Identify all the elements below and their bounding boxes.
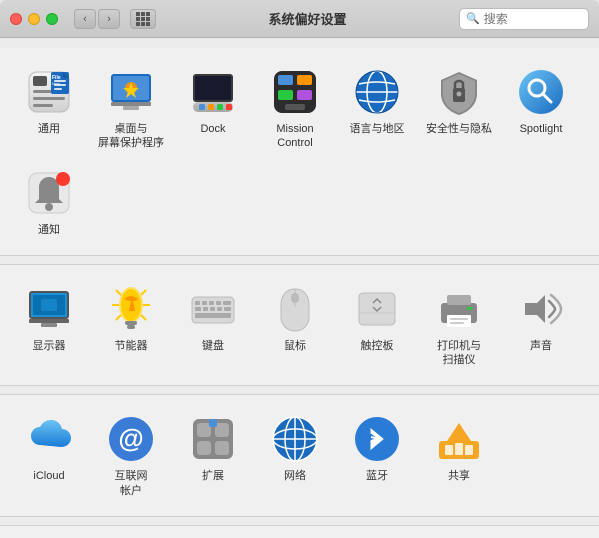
svg-text:New: New bbox=[52, 81, 60, 86]
forward-button[interactable]: › bbox=[98, 9, 120, 29]
nav-buttons: ‹ › bbox=[74, 9, 120, 29]
pref-item-sound[interactable]: 声音 bbox=[502, 277, 580, 359]
pref-item-security[interactable]: 安全性与隐私 bbox=[420, 60, 498, 142]
icloud-icon bbox=[23, 413, 75, 465]
security-label: 安全性与隐私 bbox=[426, 122, 492, 136]
trackpad-icon bbox=[351, 283, 403, 335]
pref-item-energy[interactable]: 节能器 bbox=[92, 277, 170, 359]
pref-item-desktop[interactable]: 桌面与屏幕保护程序 bbox=[92, 60, 170, 157]
grid-icon bbox=[136, 12, 150, 26]
mouse-icon bbox=[269, 283, 321, 335]
notification-label: 通知 bbox=[38, 223, 60, 237]
notification-icon bbox=[23, 167, 75, 219]
internet-icon: @ bbox=[105, 413, 157, 465]
sound-label: 声音 bbox=[530, 339, 552, 353]
window: ‹ › 系统偏好设置 🔍 bbox=[0, 0, 599, 538]
pref-item-notification[interactable]: 通知 bbox=[10, 161, 88, 243]
security-icon bbox=[433, 66, 485, 118]
keyboard-icon bbox=[187, 283, 239, 335]
pref-item-printer[interactable]: 打印机与扫描仪 bbox=[420, 277, 498, 374]
pref-item-dock[interactable]: Dock bbox=[174, 60, 252, 142]
mission-icon bbox=[269, 66, 321, 118]
traffic-lights bbox=[10, 13, 58, 25]
search-bar[interactable]: 🔍 bbox=[459, 8, 589, 30]
general-label: 通用 bbox=[38, 122, 60, 136]
network-label: 网络 bbox=[284, 469, 306, 483]
pref-item-keyboard[interactable]: 键盘 bbox=[174, 277, 252, 359]
section3-grid: iCloud @ 互联网帐户 bbox=[10, 407, 589, 504]
pref-item-language[interactable]: 语言与地区 bbox=[338, 60, 416, 142]
pref-item-trackpad[interactable]: 触控板 bbox=[338, 277, 416, 359]
bluetooth-label: 蓝牙 bbox=[366, 469, 388, 483]
mouse-label: 鼠标 bbox=[284, 339, 306, 353]
back-button[interactable]: ‹ bbox=[74, 9, 96, 29]
sound-icon bbox=[515, 283, 567, 335]
spotlight-label: Spotlight bbox=[520, 122, 563, 136]
pref-item-display[interactable]: 显示器 bbox=[10, 277, 88, 359]
desktop-label: 桌面与屏幕保护程序 bbox=[98, 122, 164, 151]
internet-label: 互联网帐户 bbox=[115, 469, 148, 498]
extensions-icon bbox=[187, 413, 239, 465]
pref-item-bluetooth[interactable]: 蓝牙 bbox=[338, 407, 416, 489]
sharing-icon bbox=[433, 413, 485, 465]
desktop-icon bbox=[105, 66, 157, 118]
window-title: 系统偏好设置 bbox=[164, 9, 451, 28]
general-icon: File New bbox=[23, 66, 75, 118]
search-icon: 🔍 bbox=[466, 12, 480, 25]
close-button[interactable] bbox=[10, 13, 22, 25]
sharing-label: 共享 bbox=[448, 469, 470, 483]
pref-item-extensions[interactable]: 扩展 bbox=[174, 407, 252, 489]
section-system: 用户与群组 ➜ 家长控制 bbox=[0, 525, 599, 538]
language-icon bbox=[351, 66, 403, 118]
content-area: File New 通用 bbox=[0, 38, 599, 538]
search-input[interactable] bbox=[484, 12, 574, 26]
pref-item-sharing[interactable]: 共享 bbox=[420, 407, 498, 489]
display-icon bbox=[23, 283, 75, 335]
language-label: 语言与地区 bbox=[350, 122, 405, 136]
spotlight-icon bbox=[515, 66, 567, 118]
pref-item-network[interactable]: 网络 bbox=[256, 407, 334, 489]
pref-item-spotlight[interactable]: Spotlight bbox=[502, 60, 580, 142]
energy-icon bbox=[105, 283, 157, 335]
pref-item-mouse[interactable]: 鼠标 bbox=[256, 277, 334, 359]
energy-label: 节能器 bbox=[115, 339, 148, 353]
dock-label: Dock bbox=[200, 122, 225, 136]
pref-item-general[interactable]: File New 通用 bbox=[10, 60, 88, 142]
keyboard-label: 键盘 bbox=[202, 339, 224, 353]
printer-label: 打印机与扫描仪 bbox=[437, 339, 481, 368]
section-internet: iCloud @ 互联网帐户 bbox=[0, 394, 599, 517]
pref-item-mission[interactable]: MissionControl bbox=[256, 60, 334, 157]
bluetooth-icon bbox=[351, 413, 403, 465]
icloud-label: iCloud bbox=[33, 469, 64, 483]
section-personal: File New 通用 bbox=[0, 48, 599, 256]
printer-icon bbox=[433, 283, 485, 335]
network-icon bbox=[269, 413, 321, 465]
svg-text:@: @ bbox=[118, 423, 143, 453]
mission-label: MissionControl bbox=[276, 122, 313, 151]
pref-item-internet[interactable]: @ 互联网帐户 bbox=[92, 407, 170, 504]
section1-grid: File New 通用 bbox=[10, 60, 589, 243]
maximize-button[interactable] bbox=[46, 13, 58, 25]
dock-icon bbox=[187, 66, 239, 118]
section-hardware: 显示器 bbox=[0, 264, 599, 387]
grid-view-button[interactable] bbox=[130, 9, 156, 29]
minimize-button[interactable] bbox=[28, 13, 40, 25]
extensions-label: 扩展 bbox=[202, 469, 224, 483]
trackpad-label: 触控板 bbox=[361, 339, 394, 353]
pref-item-icloud[interactable]: iCloud bbox=[10, 407, 88, 489]
titlebar: ‹ › 系统偏好设置 🔍 bbox=[0, 0, 599, 38]
display-label: 显示器 bbox=[33, 339, 66, 353]
section2-grid: 显示器 bbox=[10, 277, 589, 374]
